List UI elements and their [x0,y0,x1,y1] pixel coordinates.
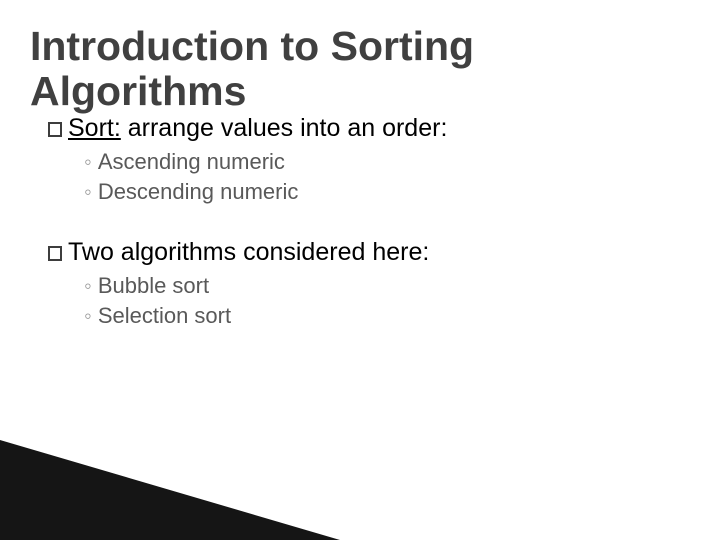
bullet-2: Two algorithms considered here: [48,238,680,267]
sub-item-text: Descending numeric [98,179,299,204]
sub-item-text: Bubble sort [98,273,209,298]
list-item: ◦Ascending numeric [84,147,680,177]
sub-bullet-icon: ◦ [84,179,92,204]
sub-bullet-icon: ◦ [84,273,92,298]
list-item: ◦Bubble sort [84,271,680,301]
sub-bullet-icon: ◦ [84,303,92,328]
slide-title: Introduction to Sorting Algorithms [30,24,700,114]
sub-item-text: Selection sort [98,303,231,328]
bullet-square-icon [48,246,62,261]
bullet-1-lead: Sort: [68,114,121,142]
bullet-1-rest: arrange values into an order: [121,114,448,142]
decorative-wedge-icon [0,430,340,540]
sub-bullet-icon: ◦ [84,149,92,174]
slide-body: Sort: arrange values into an order: ◦Asc… [48,110,680,349]
bullet-1-subs: ◦Ascending numeric ◦Descending numeric [48,147,680,206]
bullet-square-icon [48,122,62,137]
list-item: ◦Selection sort [84,301,680,331]
list-item: ◦Descending numeric [84,177,680,207]
sub-item-text: Ascending numeric [98,149,285,174]
bullet-1: Sort: arrange values into an order: [48,114,680,143]
bullet-2-lead: Two [68,238,114,266]
bullet-2-rest: algorithms considered here: [114,238,429,266]
bullet-2-subs: ◦Bubble sort ◦Selection sort [48,271,680,330]
